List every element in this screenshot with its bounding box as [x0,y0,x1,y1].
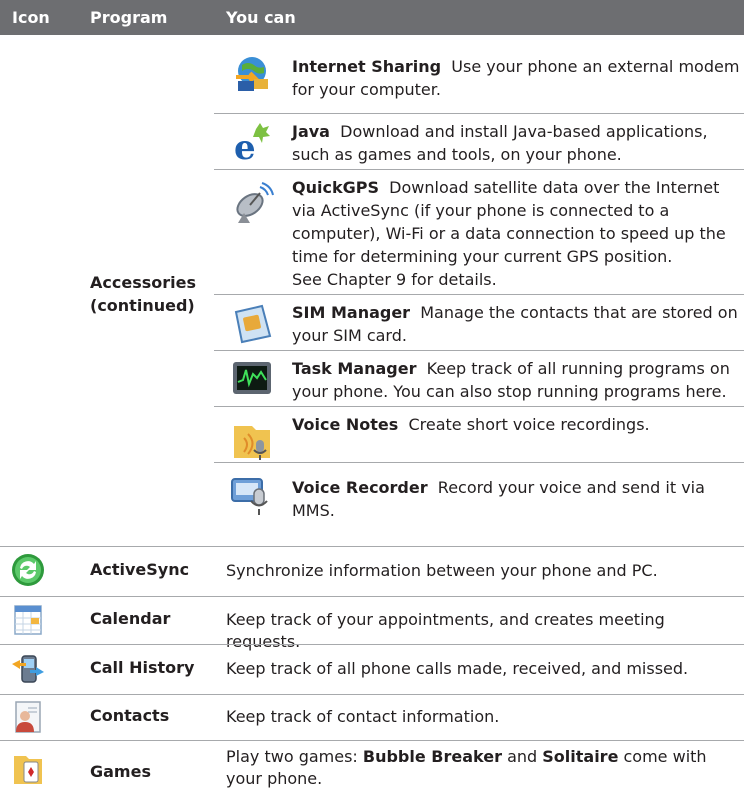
sync-icon [10,552,46,588]
program-row-activesync: ActiveSync Synchronize information betwe… [0,546,744,596]
program-name: Call History [90,658,195,677]
contacts-icon [10,699,46,735]
satellite-dish-icon [230,181,274,225]
program-desc: Keep track of contact information. [226,707,500,726]
program-row-calendar: Calendar Keep track of your appointments… [0,596,744,651]
header-icon: Icon [12,8,50,27]
accessory-row-voice-notes: Voice Notes Create short voice recording… [214,406,744,462]
java-icon: e [230,119,274,163]
games-icon [10,750,46,786]
program-name: Games [90,762,151,781]
task-manager-icon [230,356,274,400]
program-name: Calendar [90,609,171,628]
item-desc-note: See Chapter 9 for details. [292,270,497,289]
item-name: Task Manager [292,359,417,378]
svg-text:e: e [234,128,256,163]
program-name: Contacts [90,706,170,725]
item-name: Internet Sharing [292,57,442,76]
accessory-row-internet-sharing: Internet Sharing Use your phone an exter… [214,35,744,113]
program-desc: Play two games: Bubble Breaker and Solit… [226,747,707,788]
item-name: SIM Manager [292,303,411,322]
program-name: ActiveSync [90,560,190,579]
item-name: Voice Notes [292,415,399,434]
accessories-label: Accessories (continued) [90,273,196,315]
accessory-row-voice-recorder: Voice Recorder Record your voice and sen… [214,462,744,526]
item-desc: Create short voice recordings. [408,415,650,434]
accessory-row-task-manager: Task Manager Keep track of all running p… [214,350,744,406]
item-name: Voice Recorder [292,478,428,497]
call-history-icon [10,650,46,686]
sim-card-icon [230,300,274,344]
internet-sharing-icon [230,51,274,95]
item-name: QuickGPS [292,178,379,197]
accessory-row-quickgps: QuickGPS Download satellite data over th… [214,169,744,294]
voice-notes-icon [230,418,274,462]
header-program: Program [90,8,168,27]
program-row-contacts: Contacts Keep track of contact informati… [0,694,744,740]
program-desc: Keep track of all phone calls made, rece… [226,659,689,678]
program-row-games: Games Play two games: Bubble Breaker and… [0,740,744,800]
voice-recorder-icon [230,473,274,517]
program-desc: Synchronize information between your pho… [226,561,658,580]
item-desc: Download and install Java-based applicat… [292,122,708,164]
accessory-row-java: e Java Download and install Java-based a… [214,113,744,169]
program-row-call-history: Call History Keep track of all phone cal… [0,644,744,694]
accessory-row-sim-manager: SIM Manager Manage the contacts that are… [214,294,744,350]
item-name: Java [292,122,330,141]
header-you-can: You can [226,8,296,27]
calendar-icon [10,602,46,638]
table-header: Icon Program You can [0,0,744,35]
